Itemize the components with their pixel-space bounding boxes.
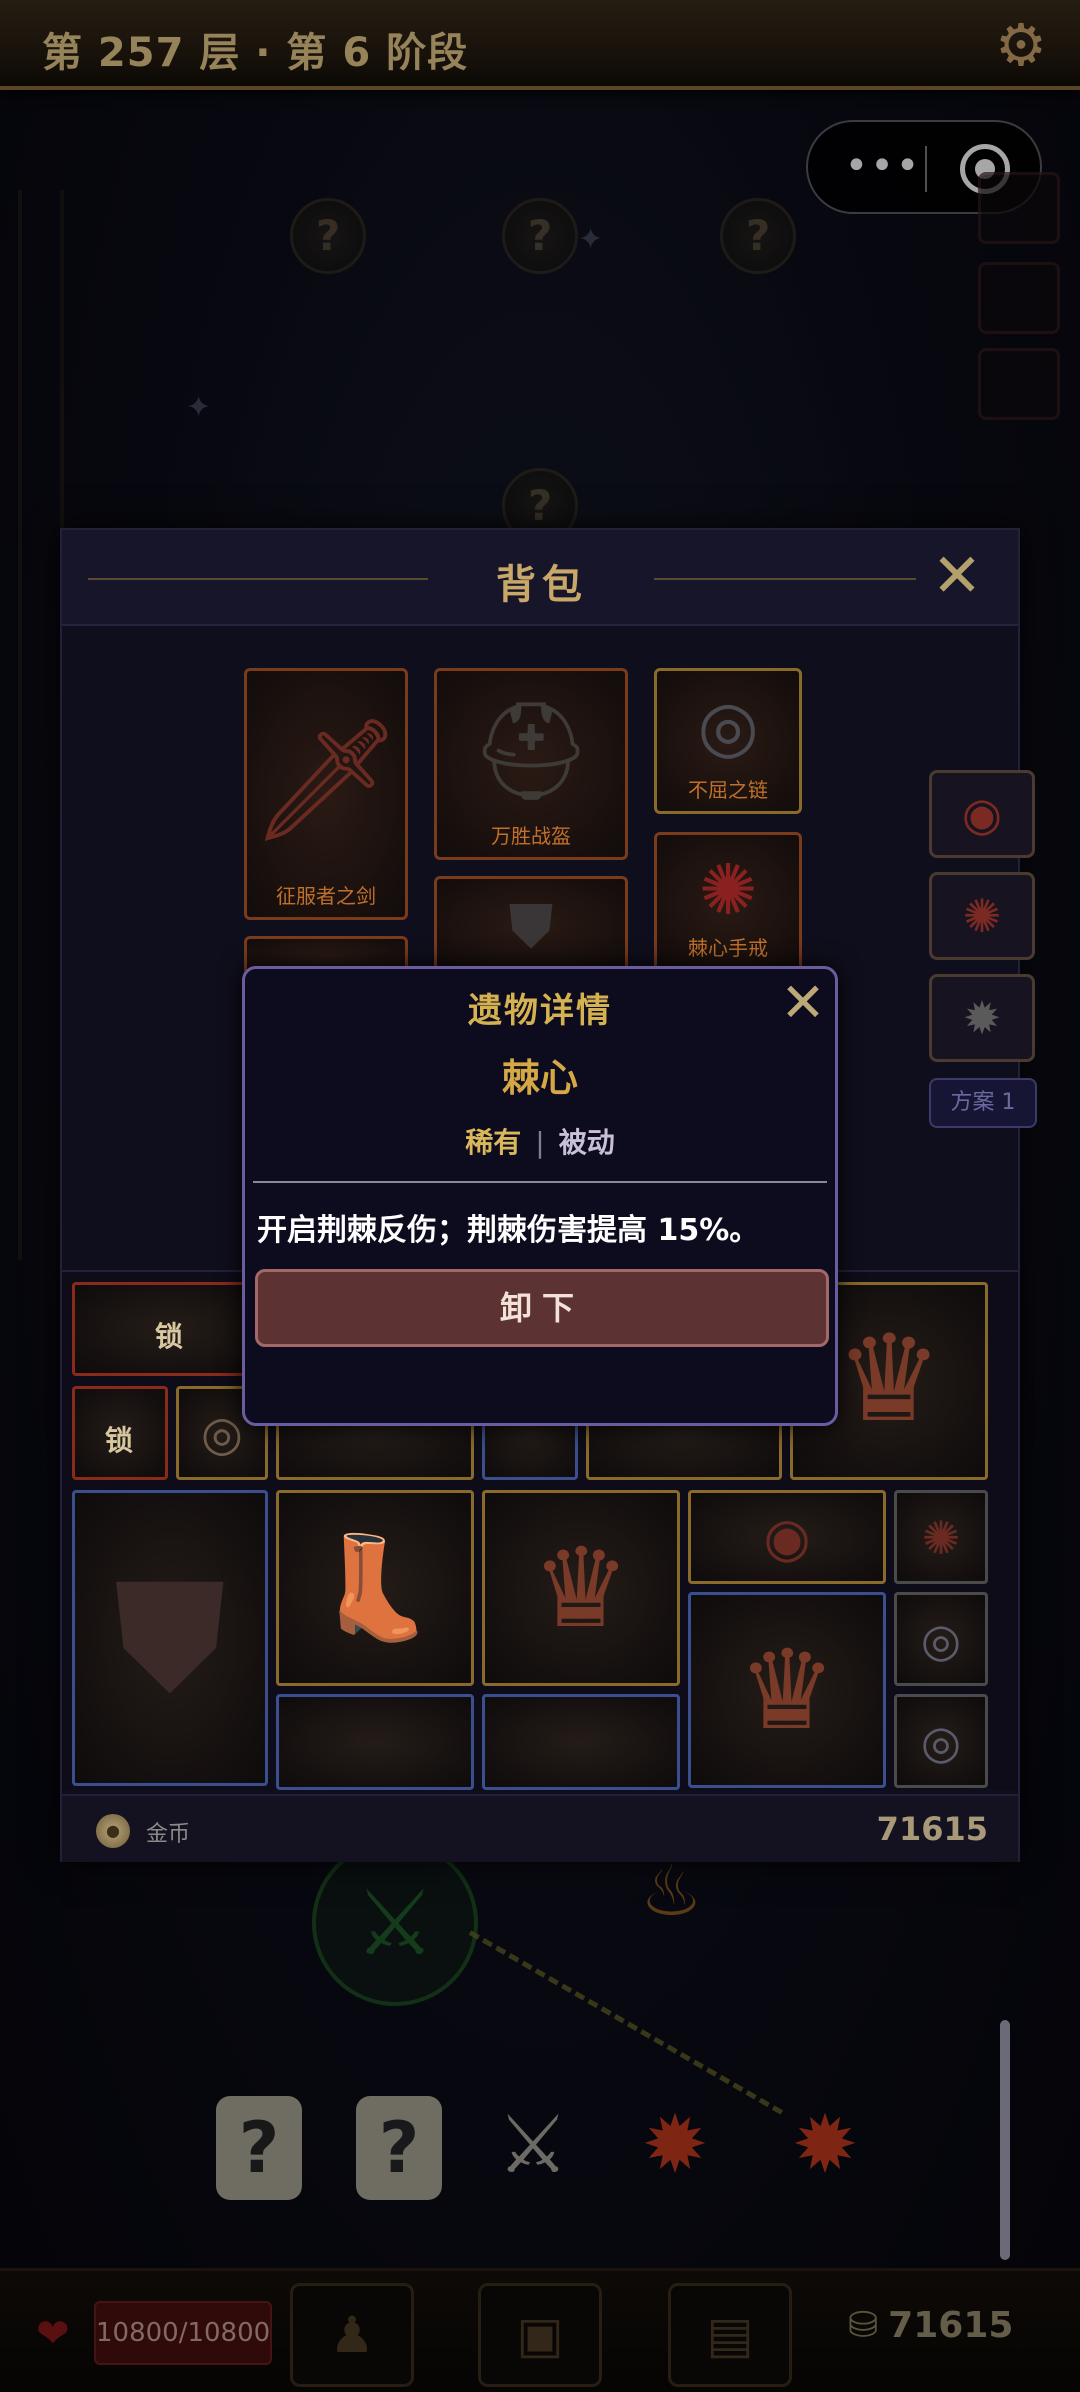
relic-ring-icon: ✺	[962, 889, 1002, 943]
currency-value: 71615	[876, 1810, 988, 1848]
equip-slot-label: 不屈之链	[688, 778, 768, 802]
relic-thorn-icon: ✹	[962, 991, 1002, 1045]
relic-slot[interactable]: ✺	[929, 872, 1035, 960]
relic-slot[interactable]: ✹	[929, 974, 1035, 1062]
close-icon[interactable]: ✕	[773, 976, 833, 1033]
unequip-button[interactable]: 卸下	[255, 1269, 829, 1347]
boots-icon: 👢	[312, 1529, 438, 1646]
sword-icon: 🗡	[249, 711, 403, 850]
equip-slot-ring[interactable]: ✺ 棘心手戒	[654, 832, 802, 972]
inventory-item[interactable]	[482, 1694, 680, 1790]
armor-icon: ⛊	[508, 892, 554, 962]
armor-icon: ⛊	[113, 1551, 227, 1725]
relic-detail-dialog: 遗物详情 ✕ 棘心 稀有 | 被动 开启荆棘反伤；荆棘伤害提高 15%。 卸下	[242, 966, 838, 1426]
relic-name: 棘心	[501, 1056, 578, 1100]
equip-slot-helmet[interactable]: ⛑ 万胜战盔	[434, 668, 628, 860]
backpack-footer: ● 金币 71615	[62, 1794, 1018, 1862]
ring-icon: ◎	[201, 1406, 243, 1462]
tag-separator: |	[535, 1126, 545, 1159]
necklace-icon: ◎	[697, 685, 759, 767]
backpack-title: 背包	[496, 562, 588, 608]
header-divider	[88, 578, 428, 580]
crown-icon: ♛	[531, 1524, 631, 1652]
inventory-item[interactable]: ◎	[894, 1592, 988, 1686]
inventory-item[interactable]: 👢	[276, 1490, 474, 1686]
relic-slot[interactable]: ◉	[929, 770, 1035, 858]
ring-icon: ✺	[698, 849, 758, 931]
helmet-icon: ⛑	[470, 695, 592, 807]
inventory-item[interactable]: ◉	[688, 1490, 886, 1584]
inventory-item[interactable]	[276, 1694, 474, 1790]
equip-slot-label: 万胜战盔	[491, 824, 571, 848]
inventory-item-locked[interactable]: 锁	[72, 1386, 168, 1480]
inventory-item[interactable]: ♛	[482, 1490, 680, 1686]
inventory-item[interactable]: ♛	[688, 1592, 886, 1788]
crown-icon: ♛	[737, 1626, 837, 1754]
equip-slot-label: 征服者之剑	[276, 884, 376, 908]
ring-icon: ✺	[921, 1511, 961, 1565]
coin-icon: ●	[96, 1814, 130, 1848]
header-divider	[654, 578, 916, 580]
inventory-item[interactable]: ⛊	[72, 1490, 268, 1786]
inventory-item[interactable]: ✺	[894, 1490, 988, 1584]
equip-slot-label: 棘心手戒	[688, 936, 768, 960]
relic-type: 被动	[558, 1126, 615, 1159]
inventory-item-locked[interactable]: 锁	[72, 1282, 268, 1376]
dialog-title: 遗物详情	[468, 991, 612, 1031]
inventory-item[interactable]: ◎	[894, 1694, 988, 1788]
equip-slot-necklace[interactable]: ◎ 不屈之链	[654, 668, 802, 814]
lock-label: 锁	[155, 1320, 184, 1353]
relic-tags: 稀有 | 被动	[245, 1121, 835, 1161]
dialog-divider	[253, 1181, 827, 1183]
plan-selector[interactable]: 方案 1	[929, 1078, 1037, 1128]
necklace-icon: ◎	[920, 1715, 962, 1769]
lock-label: 锁	[105, 1424, 134, 1457]
backpack-header: 背包 ✕	[62, 530, 1018, 626]
relic-description: 开启荆棘反伤；荆棘伤害提高 15%。	[257, 1213, 760, 1248]
equip-slot-weapon[interactable]: 🗡 征服者之剑	[244, 668, 408, 920]
inventory-scrollbar[interactable]	[1000, 2020, 1010, 2260]
crown-icon: ♛	[835, 1310, 943, 1449]
ring-icon: ◎	[920, 1613, 962, 1667]
relic-rarity: 稀有	[465, 1126, 522, 1159]
close-icon[interactable]: ✕	[924, 546, 990, 608]
equip-slot-armor[interactable]: ⛊	[434, 876, 628, 972]
relic-bracelet-icon: ◉	[961, 787, 1003, 841]
bracelet-icon: ◉	[763, 1506, 811, 1569]
currency-label: 金币	[146, 1822, 191, 1847]
